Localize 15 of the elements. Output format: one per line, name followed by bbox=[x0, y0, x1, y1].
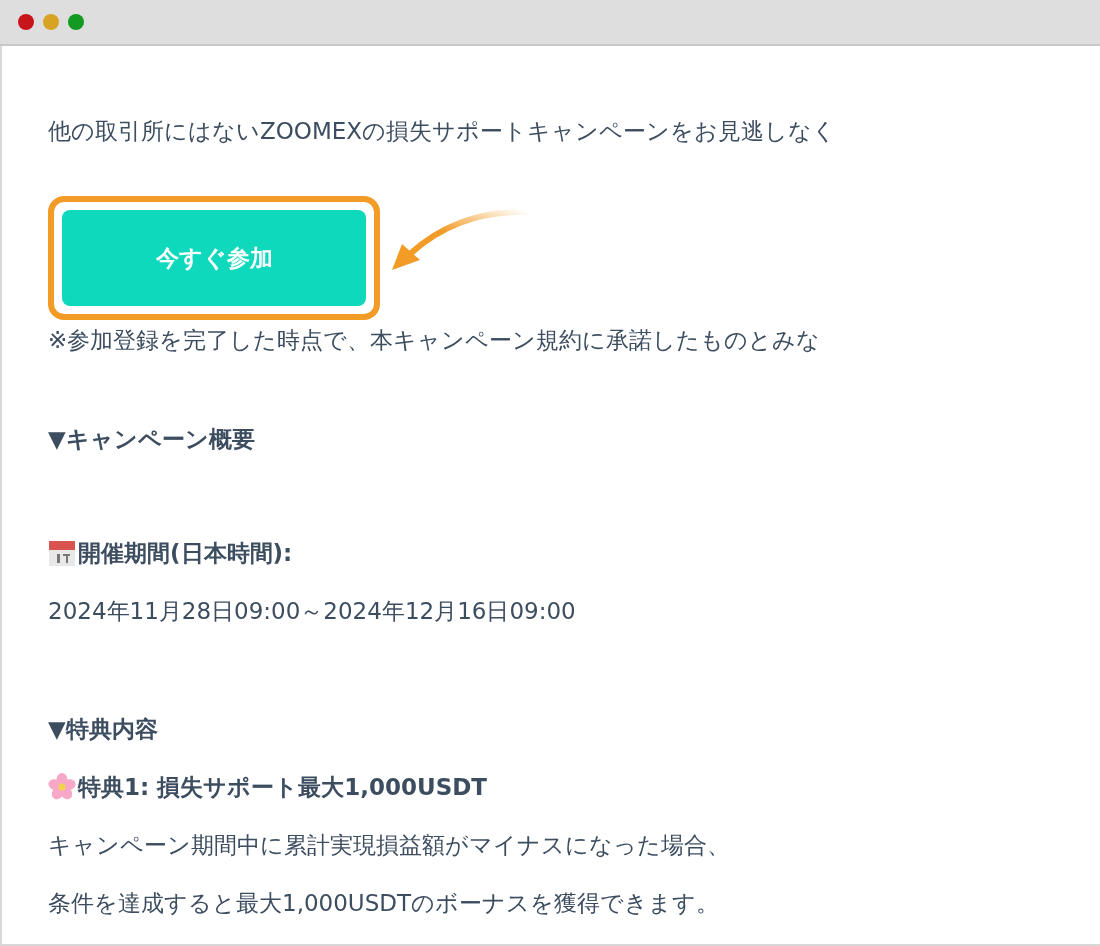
period-label: 開催期間(日本時間): bbox=[78, 539, 293, 568]
note-text: ※参加登録を完了した時点で、本キャンペーン規約に承諾したものとみな bbox=[48, 326, 821, 355]
section-heading: ▼特典内容 bbox=[48, 715, 158, 744]
minimize-dot[interactable] bbox=[43, 14, 59, 30]
close-dot[interactable] bbox=[18, 14, 34, 30]
benefit-text: キャンペーン期間中に累計実現損益額がマイナスになった場合、 bbox=[48, 831, 730, 860]
intro-text: 他の取引所にはないZOOMEXの損失サポートキャンペーンをお見逃しなく bbox=[48, 117, 837, 146]
section-heading: ▼キャンペーン概要 bbox=[48, 425, 255, 454]
benefit-text: 条件を達成すると最大1,000USDTのボーナスを獲得できます。 bbox=[48, 889, 720, 918]
benefit-title: 特典1: 損失サポート最大1,000USDT bbox=[78, 773, 487, 802]
calendar-icon bbox=[48, 539, 76, 567]
period-text: 2024年11月28日09:00～2024年12月16日09:00 bbox=[48, 597, 576, 626]
zoom-dot[interactable] bbox=[68, 14, 84, 30]
flower-icon bbox=[48, 773, 76, 801]
join-button[interactable]: 今すぐ参加 bbox=[62, 210, 366, 306]
